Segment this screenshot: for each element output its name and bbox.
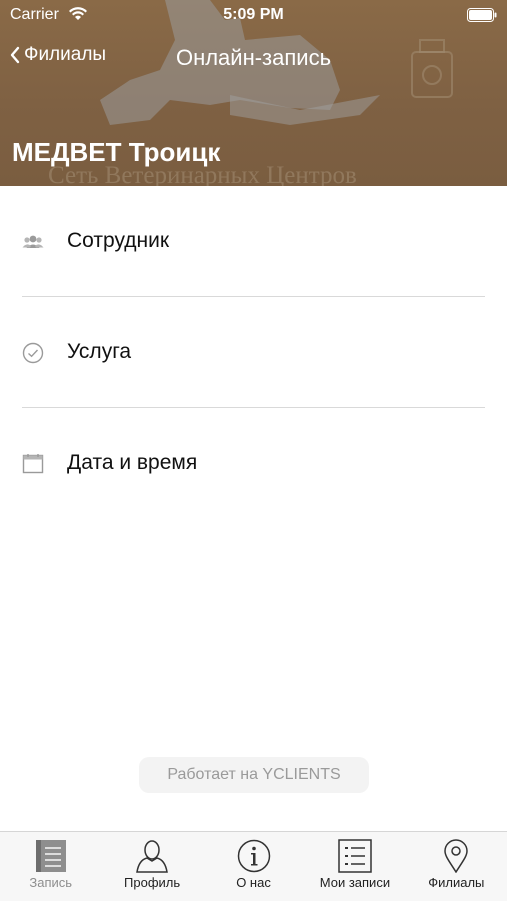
menu-item-staff-label: Сотрудник [67, 229, 170, 252]
tab-about-label: О нас [236, 875, 271, 890]
tab-booking[interactable]: Запись [0, 832, 101, 901]
tab-my-bookings[interactable]: Мои записи [304, 832, 405, 901]
tab-profile-label: Профиль [124, 875, 181, 890]
page-title: Онлайн-запись [175, 45, 332, 70]
tab-booking-label: Запись [29, 875, 73, 890]
header-banner: Сеть Ветеринарных Центров Carrier 5:09 P… [0, 0, 507, 186]
status-bar: Carrier 5:09 PM [0, 0, 507, 30]
tab-profile[interactable]: Профиль [101, 832, 202, 901]
book-icon [35, 840, 66, 872]
menu-item-staff[interactable]: Сотрудник [0, 186, 507, 297]
list-icon [338, 839, 372, 873]
people-icon [22, 235, 44, 248]
tab-my-bookings-label: Мои записи [319, 875, 391, 890]
checkmark-circle-icon [22, 342, 44, 364]
status-time: 5:09 PM [223, 6, 284, 23]
menu-item-datetime-label: Дата и время [67, 451, 198, 474]
info-icon [237, 839, 270, 873]
battery-icon [467, 8, 497, 22]
branch-name: МЕДВЕТ Троицк [12, 137, 221, 167]
calendar-icon [22, 454, 44, 474]
tab-branches-label: Филиалы [428, 875, 485, 890]
powered-by-text: Работает на YCLIENTS [167, 766, 341, 783]
booking-options-list: Сотрудник Услуга Дата и время [0, 186, 507, 519]
menu-item-service-label: Услуга [67, 340, 132, 363]
powered-by-badge[interactable]: Работает на YCLIENTS [139, 757, 369, 793]
tab-bar: Запись Профиль О нас Мои записи Филиалы [0, 831, 507, 901]
tab-branches[interactable]: Филиалы [406, 832, 507, 901]
location-pin-icon [444, 839, 469, 873]
menu-item-datetime[interactable]: Дата и время [0, 408, 507, 519]
person-icon [136, 840, 168, 873]
menu-item-service[interactable]: Услуга [0, 297, 507, 408]
tab-about[interactable]: О нас [203, 832, 304, 901]
